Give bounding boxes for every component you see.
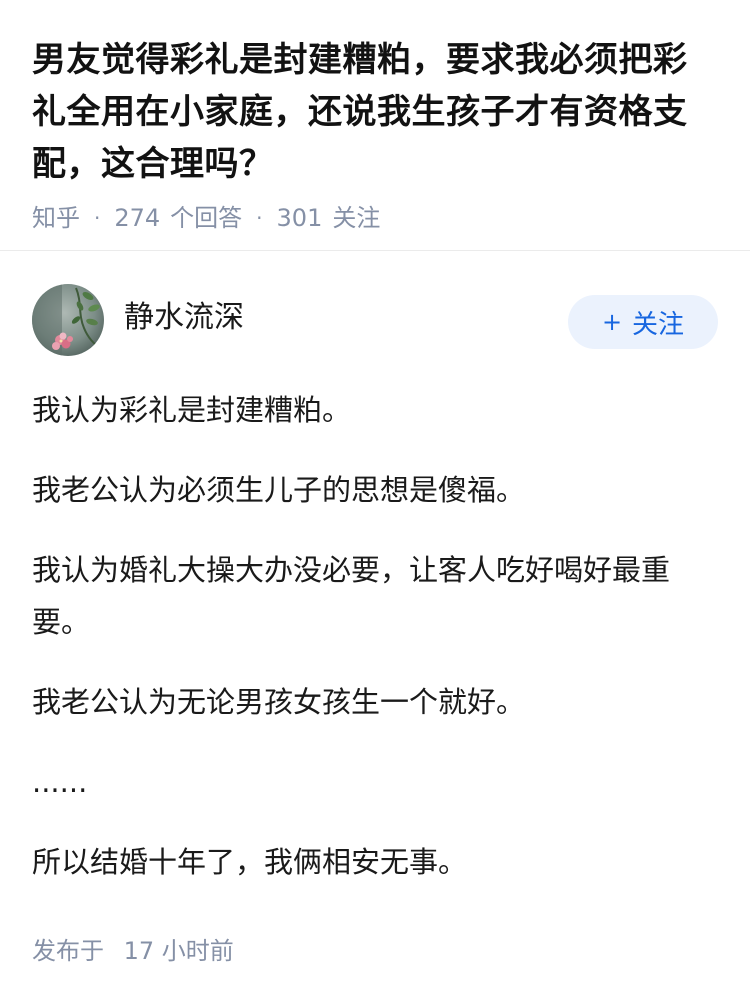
answer-paragraph: ...... — [32, 765, 88, 799]
avatar-photo-icon — [32, 284, 104, 356]
avatar[interactable] — [32, 284, 104, 356]
source-label[interactable]: 知乎 — [32, 202, 80, 234]
author-row: 静水流深 + 关注 — [32, 283, 718, 357]
plus-icon: + — [601, 308, 623, 336]
published-time: 17 小时前 — [123, 937, 234, 965]
answer-count-label: 个回答 — [170, 204, 243, 232]
answer-content: 我认为彩礼是封建糟粕。 我老公认为必须生儿子的思想是傻福。 我认为婚礼大操大办没… — [32, 384, 722, 916]
follower-count-label: 关注 — [332, 204, 381, 232]
question-meta: 知乎 · 274 个回答 · 301 关注 — [32, 202, 718, 234]
follower-count: 301 — [276, 204, 323, 232]
follow-button-label: 关注 — [632, 309, 685, 340]
answer-paragraph: 我老公认为无论男孩女孩生一个就好。 — [32, 685, 526, 719]
meta-separator: · — [256, 206, 263, 230]
published-label: 发布于 — [32, 937, 104, 965]
publish-info: 发布于 17 小时前 — [32, 934, 234, 968]
answer-paragraph: 所以结婚十年了，我俩相安无事。 — [32, 845, 468, 879]
question-header: 男友觉得彩礼是封建糟粕，要求我必须把彩礼全用在小家庭，还说我生孩子才有资格支配，… — [0, 0, 750, 232]
author-name[interactable]: 静水流深 — [124, 292, 568, 336]
answer-paragraph: 我认为婚礼大操大办没必要，让客人吃好喝好最重要。 — [32, 553, 671, 639]
section-divider — [0, 250, 750, 251]
answer-paragraph: 我老公认为必须生儿子的思想是傻福。 — [32, 473, 526, 507]
question-title[interactable]: 男友觉得彩礼是封建糟粕，要求我必须把彩礼全用在小家庭，还说我生孩子才有资格支配，… — [32, 34, 718, 190]
follow-button[interactable]: + 关注 — [568, 295, 718, 349]
meta-separator: · — [94, 206, 101, 230]
answer-paragraph: 我认为彩礼是封建糟粕。 — [32, 393, 352, 427]
answer-count: 274 — [114, 204, 161, 232]
